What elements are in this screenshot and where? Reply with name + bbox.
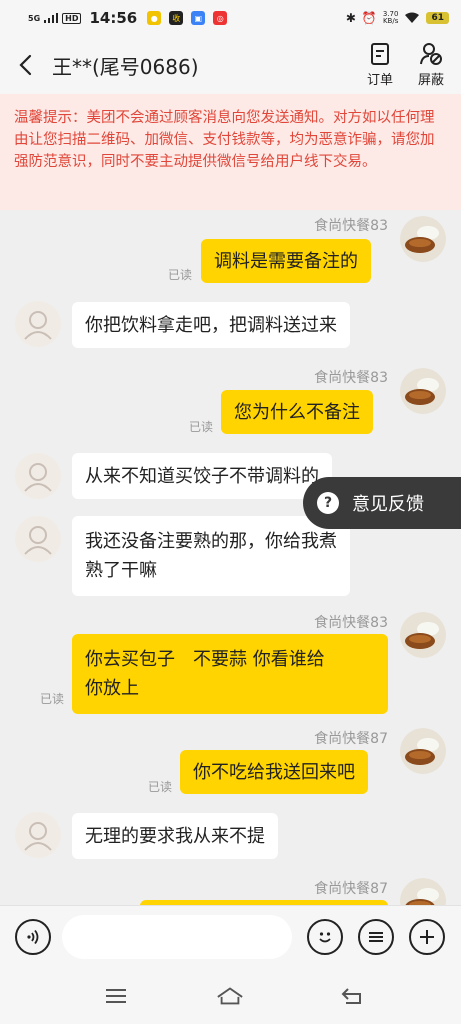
customer-avatar[interactable] <box>15 812 61 858</box>
food-photo-icon <box>400 368 446 414</box>
message-bubble-customer[interactable]: 你把饮料拿走吧，把调料送过来 <box>72 302 350 348</box>
sender-name: 食尚快餐87 <box>314 881 388 897</box>
order-icon <box>371 43 389 65</box>
message-bubble-self[interactable]: 你不吃给我送回来吧 <box>180 750 368 794</box>
signal-indicator: 5G <box>28 13 41 23</box>
order-button[interactable]: 订单 <box>357 42 403 88</box>
food-photo-icon <box>400 216 446 262</box>
sender-name: 食尚快餐83 <box>314 370 388 386</box>
menu-nav-button[interactable] <box>102 985 130 1007</box>
home-nav-button[interactable] <box>216 985 244 1007</box>
message-bubble-self[interactable]: 调料是需要备注的 <box>201 239 371 283</box>
clock: 14:56 <box>89 9 138 27</box>
emoji-button[interactable] <box>307 919 343 955</box>
read-receipt: 已读 <box>168 268 193 282</box>
read-receipt: 已读 <box>148 780 173 794</box>
quick-reply-button[interactable] <box>358 919 394 955</box>
sender-name: 食尚快餐83 <box>314 218 388 234</box>
plus-icon <box>420 930 434 944</box>
signal-bars-icon <box>44 13 59 23</box>
feedback-label: 意见反馈 <box>352 494 424 515</box>
system-nav-bar <box>0 967 461 1024</box>
customer-avatar[interactable] <box>15 453 61 499</box>
chevron-left-icon <box>19 54 32 76</box>
message-bubble-customer[interactable]: 我还没备注要熟的那，你给我煮 熟了干嘛 <box>72 516 350 596</box>
network-speed: 3.70 KB/s <box>382 10 399 25</box>
wifi-icon <box>405 12 420 23</box>
user-avatar-icon <box>24 822 52 851</box>
customer-avatar[interactable] <box>15 516 61 562</box>
shop-avatar[interactable] <box>400 216 446 262</box>
battery-indicator: 61 <box>426 12 449 24</box>
food-photo-icon <box>400 878 446 905</box>
user-avatar-icon <box>24 526 52 555</box>
message-bubble-self[interactable]: 你去买包子 不要蒜 你看谁给 你放上 <box>72 634 388 714</box>
voice-button[interactable] <box>15 919 51 955</box>
image-app-icon: ▣ <box>191 11 206 25</box>
food-photo-icon <box>400 728 446 774</box>
message-bubble-customer[interactable]: 无理的要求我从来不提 <box>72 813 278 859</box>
red-app-icon: ◎ <box>213 11 228 25</box>
chat-header: 王**(尾号0686) 订单 屏蔽 <box>0 36 461 94</box>
alarm-icon: ⏰ <box>361 11 377 25</box>
question-icon: ? <box>317 492 339 514</box>
input-bar <box>0 905 461 967</box>
shop-avatar[interactable] <box>400 728 446 774</box>
cashier-app-icon: 收 <box>169 11 184 25</box>
user-avatar-icon <box>24 311 52 340</box>
voice-icon <box>27 929 39 945</box>
menu-icon <box>106 989 126 1003</box>
home-icon <box>217 987 243 1005</box>
food-photo-icon <box>400 612 446 658</box>
order-label: 订单 <box>366 73 393 88</box>
page-title: 王**(尾号0686) <box>52 54 199 79</box>
shop-avatar[interactable] <box>400 612 446 658</box>
block-label: 屏蔽 <box>417 73 444 88</box>
user-avatar-icon <box>24 463 52 492</box>
sender-name: 食尚快餐83 <box>314 615 388 631</box>
block-user-icon <box>420 43 442 65</box>
list-icon <box>369 932 383 942</box>
read-receipt: 已读 <box>40 692 65 706</box>
chat-area[interactable]: 食尚快餐83 调料是需要备注的 已读 你把饮料拿走吧，把调料送过来 食尚快餐83… <box>0 210 461 905</box>
more-button[interactable] <box>409 919 445 955</box>
scam-warning-notice: 温馨提示：美团不会通过顾客消息向您发送通知。对方如以任何理由让您扫描二维码、加微… <box>0 94 461 210</box>
block-button[interactable]: 屏蔽 <box>408 42 454 88</box>
shop-avatar[interactable] <box>400 368 446 414</box>
meituan-app-icon: ● <box>147 11 162 25</box>
customer-avatar[interactable] <box>15 301 61 347</box>
hd-badge: HD <box>62 12 82 24</box>
read-receipt: 已读 <box>189 420 214 434</box>
emoji-icon <box>319 932 331 943</box>
back-button[interactable] <box>14 54 36 76</box>
sender-name: 食尚快餐87 <box>314 731 388 747</box>
message-bubble-customer[interactable]: 从来不知道买饺子不带调料的 <box>72 453 332 499</box>
bluetooth-icon: ✱ <box>345 11 356 25</box>
message-bubble-self[interactable]: 您为什么不备注 <box>221 390 373 434</box>
message-input[interactable] <box>62 915 292 959</box>
shop-avatar[interactable] <box>400 878 446 905</box>
back-nav-button[interactable] <box>338 985 366 1007</box>
back-icon <box>341 988 361 1004</box>
status-bar: 5G HD 14:56 ● 收 ▣ ◎ ✱ ⏰ 3.70 KB/s 61 <box>0 0 461 36</box>
feedback-button[interactable]: ? 意见反馈 <box>303 477 461 529</box>
